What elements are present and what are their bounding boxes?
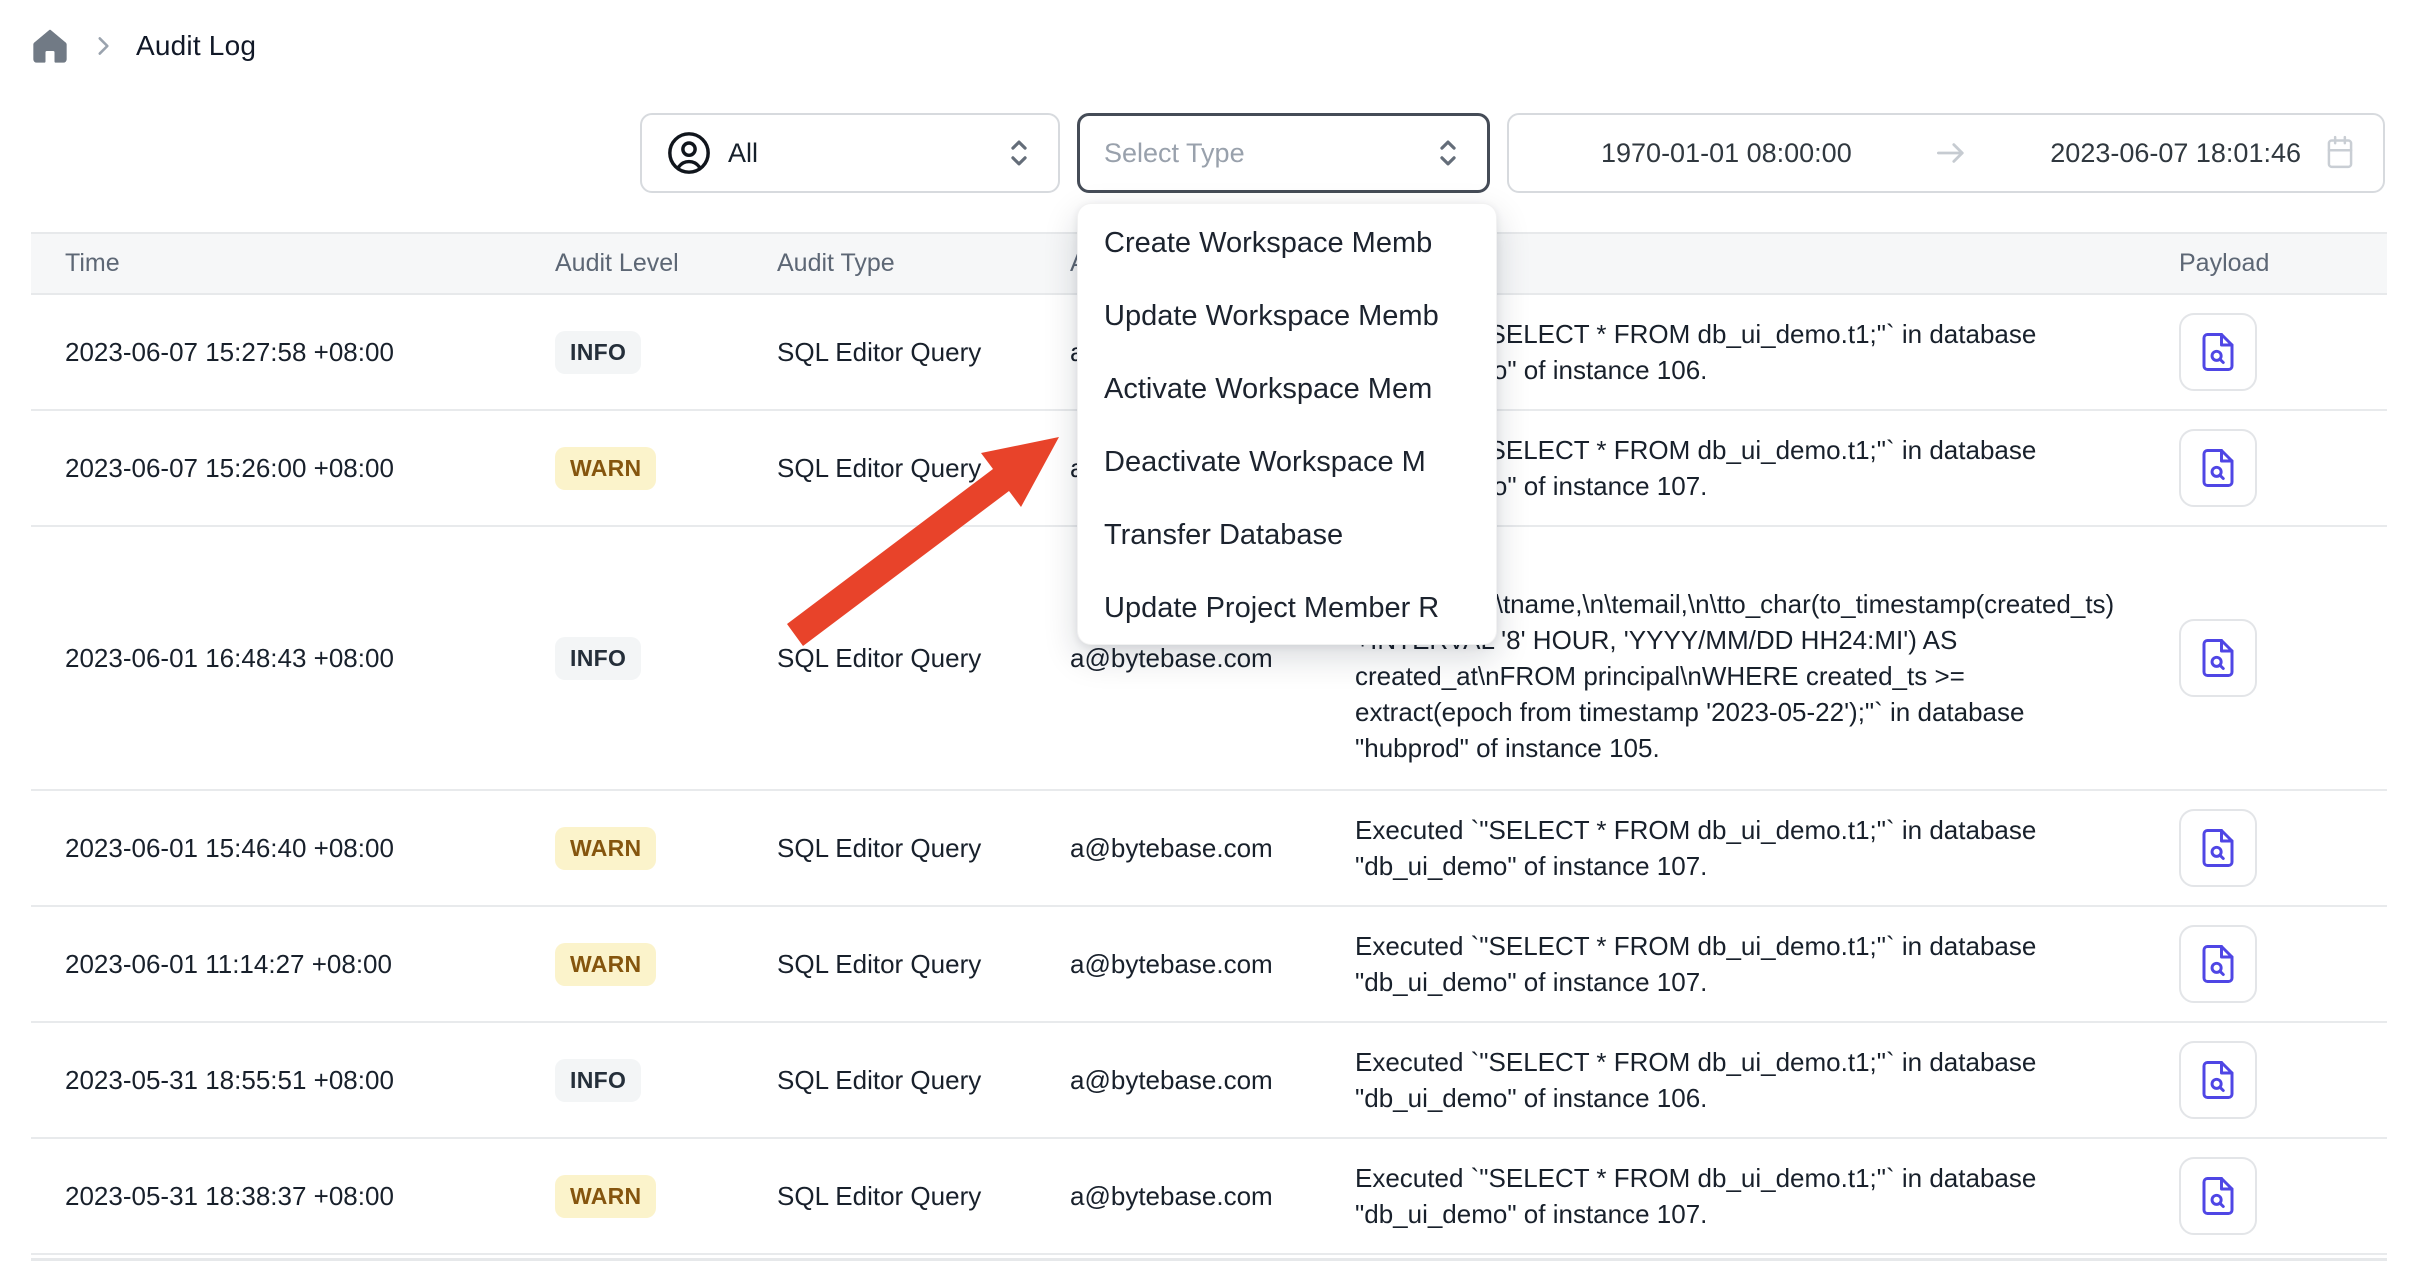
cell-time: 2023-06-01 15:46:40 +08:00	[31, 833, 555, 864]
chevron-up-down-icon	[1433, 136, 1463, 170]
cell-comment: Executed `"SELECT * FROM db_ui_demo.t1;"…	[1355, 1160, 2155, 1232]
view-payload-button[interactable]	[2179, 429, 2257, 507]
cell-audit-type: SQL Editor Query	[777, 1181, 1070, 1212]
cell-time: 2023-05-31 18:55:51 +08:00	[31, 1065, 555, 1096]
cell-time: 2023-06-07 15:26:00 +08:00	[31, 453, 555, 484]
home-icon[interactable]	[30, 26, 70, 66]
type-filter-placeholder: Select Type	[1104, 138, 1245, 169]
date-range-start[interactable]: 1970-01-01 08:00:00	[1601, 138, 1852, 169]
cell-actor: a@bytebase.com	[1070, 1181, 1355, 1212]
table-bottom-divider	[31, 1258, 2387, 1261]
cell-comment: Executed `"SELECT * FROM db_ui_demo.t1;"…	[1355, 928, 2155, 1000]
type-option[interactable]: Activate Workspace Mem	[1078, 353, 1496, 426]
chevron-up-down-icon	[1004, 136, 1034, 170]
breadcrumb: Audit Log	[30, 26, 256, 66]
file-search-icon	[2197, 1059, 2239, 1101]
column-header-audit-level: Audit Level	[555, 249, 777, 278]
actor-filter-value: All	[728, 138, 758, 169]
audit-level-badge: INFO	[555, 637, 641, 680]
file-search-icon	[2197, 637, 2239, 679]
page-title: Audit Log	[136, 30, 256, 62]
cell-time: 2023-05-31 18:38:37 +08:00	[31, 1181, 555, 1212]
audit-level-badge: WARN	[555, 943, 656, 986]
view-payload-button[interactable]	[2179, 1041, 2257, 1119]
audit-level-badge: WARN	[555, 827, 656, 870]
cell-actor: a@bytebase.com	[1070, 1065, 1355, 1096]
audit-level-badge: WARN	[555, 1175, 656, 1218]
view-payload-button[interactable]	[2179, 619, 2257, 697]
cell-audit-type: SQL Editor Query	[777, 453, 1070, 484]
user-circle-icon	[666, 130, 712, 176]
view-payload-button[interactable]	[2179, 809, 2257, 887]
type-dropdown-menu: Create Workspace Memb Update Workspace M…	[1077, 203, 1497, 645]
table-row: 2023-05-31 18:38:37 +08:00 WARN SQL Edit…	[31, 1139, 2387, 1255]
cell-actor: a@bytebase.com	[1070, 949, 1355, 980]
column-header-payload: Payload	[2155, 249, 2387, 278]
file-search-icon	[2197, 943, 2239, 985]
type-option[interactable]: Update Workspace Memb	[1078, 280, 1496, 353]
chevron-right-icon	[90, 33, 116, 59]
type-option[interactable]: Transfer Database	[1078, 499, 1496, 572]
type-option[interactable]: Deactivate Workspace M	[1078, 426, 1496, 499]
type-filter-select[interactable]: Select Type	[1077, 113, 1490, 193]
cell-time: 2023-06-01 11:14:27 +08:00	[31, 949, 555, 980]
cell-actor: a@bytebase.com	[1070, 833, 1355, 864]
actor-filter-select[interactable]: All	[640, 113, 1060, 193]
file-search-icon	[2197, 447, 2239, 489]
cell-audit-type: SQL Editor Query	[777, 833, 1070, 864]
cell-audit-type: SQL Editor Query	[777, 643, 1070, 674]
view-payload-button[interactable]	[2179, 925, 2257, 1003]
file-search-icon	[2197, 1175, 2239, 1217]
date-range-end[interactable]: 2023-06-07 18:01:46	[2050, 138, 2301, 169]
cell-audit-type: SQL Editor Query	[777, 1065, 1070, 1096]
cell-time: 2023-06-01 16:48:43 +08:00	[31, 643, 555, 674]
column-header-time: Time	[31, 249, 555, 278]
cell-actor: a@bytebase.com	[1070, 643, 1355, 674]
table-row: 2023-06-01 15:46:40 +08:00 WARN SQL Edit…	[31, 791, 2387, 907]
cell-comment: Executed `"SELECT * FROM db_ui_demo.t1;"…	[1355, 812, 2155, 884]
audit-level-badge: INFO	[555, 1059, 641, 1102]
audit-level-badge: WARN	[555, 447, 656, 490]
column-header-audit-type: Audit Type	[777, 249, 1070, 278]
audit-level-badge: INFO	[555, 331, 641, 374]
type-option[interactable]: Update Project Member R	[1078, 572, 1496, 645]
cell-audit-type: SQL Editor Query	[777, 337, 1070, 368]
calendar-icon	[2323, 135, 2357, 171]
view-payload-button[interactable]	[2179, 1157, 2257, 1235]
file-search-icon	[2197, 331, 2239, 373]
view-payload-button[interactable]	[2179, 313, 2257, 391]
table-row: 2023-05-31 18:55:51 +08:00 INFO SQL Edit…	[31, 1023, 2387, 1139]
cell-comment: Executed `"SELECT * FROM db_ui_demo.t1;"…	[1355, 1044, 2155, 1116]
cell-audit-type: SQL Editor Query	[777, 949, 1070, 980]
type-option[interactable]: Create Workspace Memb	[1078, 207, 1496, 280]
date-range-picker[interactable]: 1970-01-01 08:00:00 2023-06-07 18:01:46	[1507, 113, 2385, 193]
arrow-right-icon	[1933, 139, 1969, 167]
table-row: 2023-06-01 11:14:27 +08:00 WARN SQL Edit…	[31, 907, 2387, 1023]
file-search-icon	[2197, 827, 2239, 869]
filter-bar: All Select Type 1970-01-01 08:00:00 2023…	[640, 113, 2385, 193]
cell-time: 2023-06-07 15:27:58 +08:00	[31, 337, 555, 368]
